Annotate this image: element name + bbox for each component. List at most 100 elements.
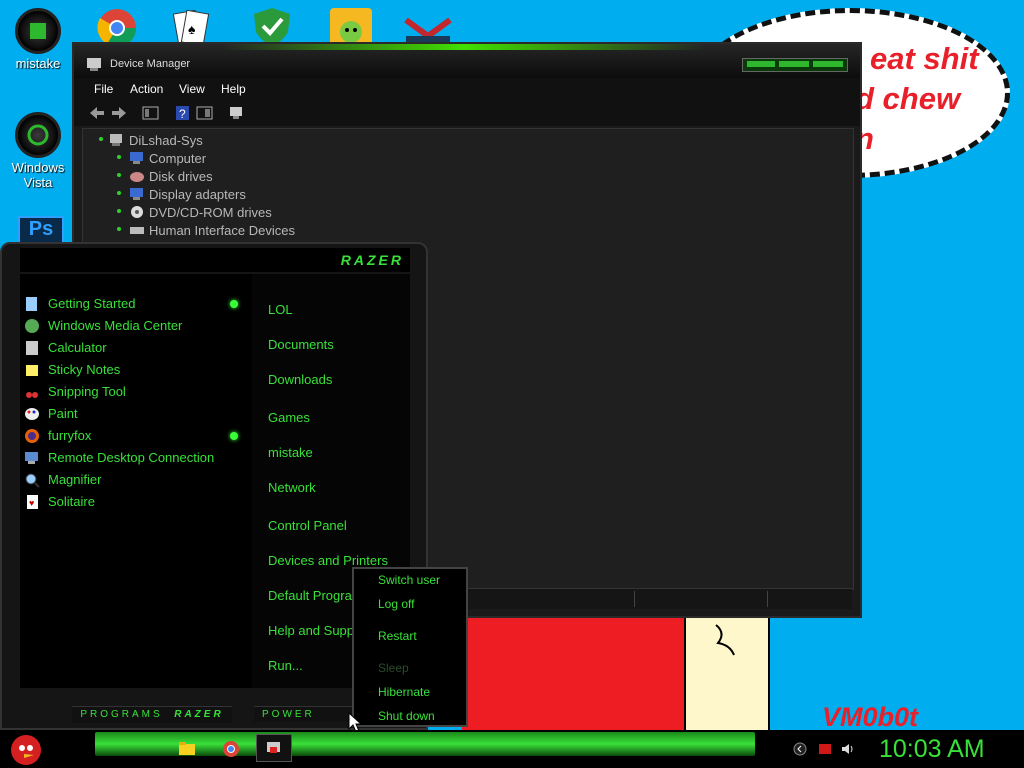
wallpaper-text-line2: d chew <box>855 81 961 116</box>
magnifier-icon <box>25 473 40 488</box>
show-hide-tree-icon[interactable] <box>142 105 160 121</box>
menu-action[interactable]: Action <box>130 82 163 96</box>
tree-item[interactable]: DVD/CD-ROM drives <box>117 205 272 220</box>
keyboard-icon <box>130 227 144 234</box>
program-item[interactable]: Magnifier <box>25 472 102 488</box>
desktop-icon-mistake[interactable]: mistake <box>6 8 70 71</box>
tree-item[interactable]: Disk drives <box>117 169 213 184</box>
angry-bird-start-icon[interactable] <box>4 728 48 768</box>
program-item[interactable]: Paint <box>25 406 78 421</box>
window-title: Device Manager <box>110 58 191 70</box>
desktop-icon-label: mistake <box>15 56 61 71</box>
place-item[interactable]: Downloads <box>268 372 332 387</box>
clock[interactable]: 10:03 AM <box>879 735 985 764</box>
minimize-button[interactable] <box>747 61 775 67</box>
getting-started-icon <box>26 297 37 311</box>
computer-icon <box>110 134 122 146</box>
help-icon[interactable]: ? <box>174 105 192 121</box>
scan-hardware-icon[interactable] <box>228 105 246 121</box>
back-arrow-icon[interactable] <box>88 105 106 121</box>
properties-icon[interactable] <box>196 105 214 121</box>
place-item[interactable]: Games <box>268 410 310 425</box>
program-label: Solitaire <box>48 494 95 509</box>
program-label: Magnifier <box>48 472 102 487</box>
tree-item-label: Human Interface Devices <box>149 223 295 238</box>
close-button[interactable] <box>813 61 843 67</box>
razer-logo: RAZER <box>340 252 404 268</box>
place-item[interactable]: Network <box>268 480 316 495</box>
paint-icon <box>25 408 39 420</box>
program-item[interactable]: ♥ Solitaire <box>27 494 95 509</box>
log-off-item[interactable]: Log off <box>378 597 414 611</box>
program-label: Windows Media Center <box>48 318 183 333</box>
tree-root-label: DiLshad-Sys <box>129 133 203 148</box>
program-label: Remote Desktop Connection <box>48 450 215 465</box>
media-center-icon <box>25 319 39 333</box>
place-item[interactable]: Devices and Printers <box>268 553 388 568</box>
tree-item[interactable]: Human Interface Devices <box>117 223 295 238</box>
footer-brand: RAZER <box>174 709 224 720</box>
menu-bar: File Action View Help <box>74 78 860 100</box>
show-hidden-icons-icon[interactable] <box>793 742 807 756</box>
program-item[interactable]: furryfox <box>25 428 91 443</box>
place-item[interactable]: Run... <box>268 658 303 673</box>
wallpaper-signature: VM0b0t <box>822 702 919 732</box>
toolbar: ? <box>74 100 860 126</box>
tree-root[interactable]: DiLshad-Sys <box>99 133 203 148</box>
explorer-folder-icon[interactable] <box>178 740 196 756</box>
status-divider <box>634 591 635 607</box>
tree-item-label: Computer <box>149 151 207 166</box>
program-label: Calculator <box>48 340 107 355</box>
disk-drive-icon <box>130 172 144 182</box>
chrome-taskbar-icon[interactable] <box>222 740 240 758</box>
program-item[interactable]: Windows Media Center <box>25 318 183 333</box>
switch-user-item[interactable]: Switch user <box>378 573 440 587</box>
window-controls[interactable] <box>742 58 848 72</box>
action-center-icon[interactable] <box>818 742 832 756</box>
title-bar[interactable]: Device Manager <box>74 44 860 78</box>
place-item[interactable]: mistake <box>268 445 313 460</box>
tree-bullet <box>117 191 121 195</box>
device-manager-taskbar-button[interactable] <box>256 734 292 762</box>
forward-arrow-icon[interactable] <box>110 105 128 121</box>
program-label: Sticky Notes <box>48 362 121 377</box>
shut-down-item[interactable]: Shut down <box>378 709 435 723</box>
program-item[interactable]: Getting Started <box>26 296 136 311</box>
tree-bullet <box>117 155 121 159</box>
device-manager-taskbar-icon <box>267 742 280 753</box>
all-programs-button[interactable]: PROGRAMS RAZER <box>72 706 232 723</box>
place-item[interactable]: Documents <box>268 337 334 352</box>
program-item[interactable]: Remote Desktop Connection <box>25 450 215 465</box>
new-program-indicator <box>230 432 238 440</box>
restart-item[interactable]: Restart <box>378 629 417 643</box>
menu-file[interactable]: File <box>94 82 113 96</box>
display-adapter-icon <box>130 188 143 200</box>
menu-view[interactable]: View <box>179 82 205 96</box>
desktop-icon-recycle-bin[interactable]: Windows Vista <box>6 112 70 190</box>
power-button[interactable]: POWER <box>254 706 354 722</box>
program-item[interactable]: Sticky Notes <box>26 362 121 377</box>
program-item[interactable]: Snipping Tool <box>26 384 126 399</box>
svg-text:?: ? <box>179 107 186 121</box>
menu-help[interactable]: Help <box>221 82 246 96</box>
tree-item[interactable]: Display adapters <box>117 187 246 202</box>
volume-icon[interactable] <box>841 742 855 756</box>
program-item[interactable]: Calculator <box>26 340 107 355</box>
tree-item[interactable]: Computer <box>117 151 207 166</box>
remote-desktop-icon <box>25 452 38 464</box>
hibernate-item[interactable]: Hibernate <box>378 685 430 699</box>
solitaire-icon: ♥ <box>27 495 38 509</box>
program-label: Getting Started <box>48 296 136 311</box>
place-item[interactable]: LOL <box>268 302 293 317</box>
program-label: Paint <box>48 406 78 421</box>
svg-text:♥: ♥ <box>29 498 34 508</box>
desktop-icon-label: Windows Vista <box>11 160 65 190</box>
maximize-button[interactable] <box>779 61 809 67</box>
title-glow <box>224 44 704 50</box>
place-item[interactable]: Control Panel <box>268 518 347 533</box>
tree-bullet <box>117 209 121 213</box>
tree-item-label: DVD/CD-ROM drives <box>149 205 272 220</box>
tree-item-label: Display adapters <box>149 187 246 202</box>
device-manager-icon <box>87 58 101 71</box>
firefox-icon <box>25 429 39 443</box>
